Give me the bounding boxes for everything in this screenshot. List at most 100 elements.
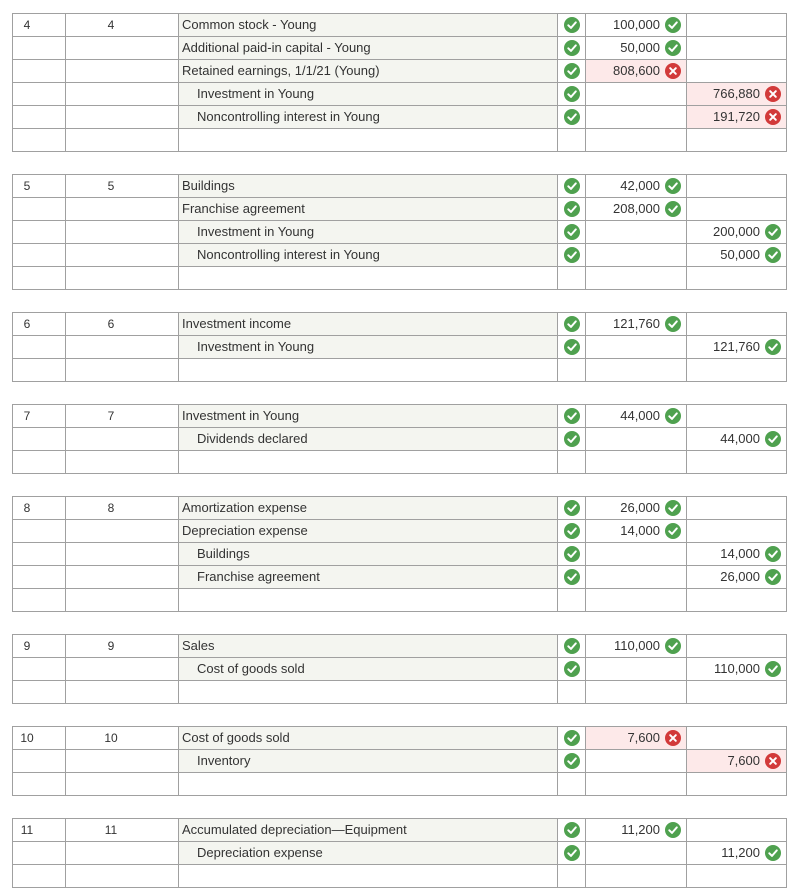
check-circle-icon — [765, 431, 781, 447]
grid-line — [12, 657, 787, 658]
account-name[interactable]: Inventory — [197, 753, 250, 769]
debit-amount[interactable]: 121,760 — [613, 316, 660, 332]
account-name[interactable]: Common stock - Young — [182, 17, 316, 33]
credit-amount[interactable]: 26,000 — [720, 569, 760, 585]
x-circle-icon — [665, 730, 681, 746]
account-name[interactable]: Investment in Young — [197, 224, 314, 240]
grid-line — [178, 404, 179, 474]
entry-number-detail: 4 — [107, 18, 115, 32]
credit-amount[interactable]: 766,880 — [713, 86, 760, 102]
debit-amount[interactable]: 14,000 — [620, 523, 660, 539]
account-check-icon — [564, 638, 580, 654]
grid-line — [65, 726, 66, 796]
credit-amount[interactable]: 44,000 — [720, 431, 760, 447]
account-check-icon — [564, 224, 580, 240]
account-name[interactable]: Buildings — [182, 178, 235, 194]
grid-line — [786, 312, 787, 382]
entry-number: 10 — [20, 731, 34, 745]
account-name[interactable]: Cost of goods sold — [182, 730, 290, 746]
credit-amount[interactable]: 7,600 — [727, 753, 760, 769]
account-name[interactable]: Buildings — [197, 546, 250, 562]
grid-line — [12, 864, 787, 865]
account-name[interactable]: Investment income — [182, 316, 291, 332]
grid-line — [65, 312, 66, 382]
grid-line — [12, 128, 787, 129]
account-name[interactable]: Noncontrolling interest in Young — [197, 109, 380, 125]
account-name[interactable]: Investment in Young — [197, 339, 314, 355]
debit-amount[interactable]: 50,000 — [620, 40, 660, 56]
entry-number: 11 — [20, 823, 34, 837]
check-circle-icon — [765, 546, 781, 562]
account-name[interactable]: Investment in Young — [182, 408, 299, 424]
account-name[interactable]: Investment in Young — [197, 86, 314, 102]
check-circle-icon — [665, 40, 681, 56]
debit-amount[interactable]: 26,000 — [620, 500, 660, 516]
credit-amount[interactable]: 191,720 — [713, 109, 760, 125]
entry-number-detail: 9 — [107, 639, 115, 653]
entry-number-detail: 5 — [107, 179, 115, 193]
check-circle-icon — [665, 523, 681, 539]
grid-line — [12, 220, 787, 221]
account-cell-bg — [179, 634, 557, 657]
account-name[interactable]: Accumulated depreciation—Equipment — [182, 822, 407, 838]
account-name[interactable]: Amortization expense — [182, 500, 307, 516]
credit-amount[interactable]: 11,200 — [721, 845, 760, 861]
debit-amount[interactable]: 7,600 — [627, 730, 660, 746]
grid-line — [178, 634, 179, 704]
debit-amount[interactable]: 44,000 — [620, 408, 660, 424]
account-name[interactable]: Franchise agreement — [182, 201, 305, 217]
account-check-icon — [564, 431, 580, 447]
account-name[interactable]: Franchise agreement — [197, 569, 320, 585]
grid-line — [12, 818, 787, 819]
debit-amount[interactable]: 11,200 — [621, 822, 660, 838]
grid-line — [178, 174, 179, 290]
account-name[interactable]: Retained earnings, 1/1/21 (Young) — [182, 63, 380, 79]
credit-amount[interactable]: 121,760 — [713, 339, 760, 355]
grid-line — [12, 381, 787, 382]
entry-number: 4 — [23, 18, 31, 32]
account-name[interactable]: Cost of goods sold — [197, 661, 305, 677]
grid-line — [585, 496, 586, 612]
journal-entries-table: 4 4 Common stock - Young 100,000 Additional … — [0, 0, 811, 888]
grid-line — [65, 634, 66, 704]
debit-amount[interactable]: 42,000 — [620, 178, 660, 194]
grid-line — [12, 404, 787, 405]
account-name[interactable]: Additional paid-in capital - Young — [182, 40, 371, 56]
account-name[interactable]: Depreciation expense — [182, 523, 308, 539]
credit-amount[interactable]: 110,000 — [714, 661, 760, 677]
grid-line — [585, 174, 586, 290]
debit-amount[interactable]: 100,000 — [613, 17, 660, 33]
grid-line — [12, 312, 13, 382]
grid-line — [12, 289, 787, 290]
grid-line — [12, 542, 787, 543]
grid-line — [178, 312, 179, 382]
account-check-icon — [564, 201, 580, 217]
debit-amount[interactable]: 208,000 — [613, 201, 660, 217]
grid-line — [65, 13, 66, 152]
account-check-icon — [564, 86, 580, 102]
debit-amount[interactable]: 110,000 — [614, 638, 660, 654]
check-circle-icon — [765, 845, 781, 861]
grid-line — [12, 404, 13, 474]
credit-amount[interactable]: 200,000 — [713, 224, 760, 240]
account-name[interactable]: Noncontrolling interest in Young — [197, 247, 380, 263]
debit-amount[interactable]: 808,600 — [613, 63, 660, 79]
grid-line — [585, 312, 586, 382]
account-name[interactable]: Depreciation expense — [197, 845, 323, 861]
x-circle-icon — [765, 753, 781, 769]
grid-line — [12, 312, 787, 313]
credit-amount[interactable]: 14,000 — [720, 546, 760, 562]
account-name[interactable]: Dividends declared — [197, 431, 308, 447]
account-check-icon — [564, 661, 580, 677]
grid-line — [12, 726, 787, 727]
check-circle-icon — [665, 17, 681, 33]
check-circle-icon — [765, 224, 781, 240]
grid-line — [12, 749, 787, 750]
grid-line — [12, 59, 787, 60]
entry-number-detail: 8 — [107, 501, 115, 515]
entry-number-detail: 11 — [104, 823, 118, 837]
grid-line — [786, 726, 787, 796]
credit-amount[interactable]: 50,000 — [720, 247, 760, 263]
x-circle-icon — [665, 63, 681, 79]
account-name[interactable]: Sales — [182, 638, 215, 654]
